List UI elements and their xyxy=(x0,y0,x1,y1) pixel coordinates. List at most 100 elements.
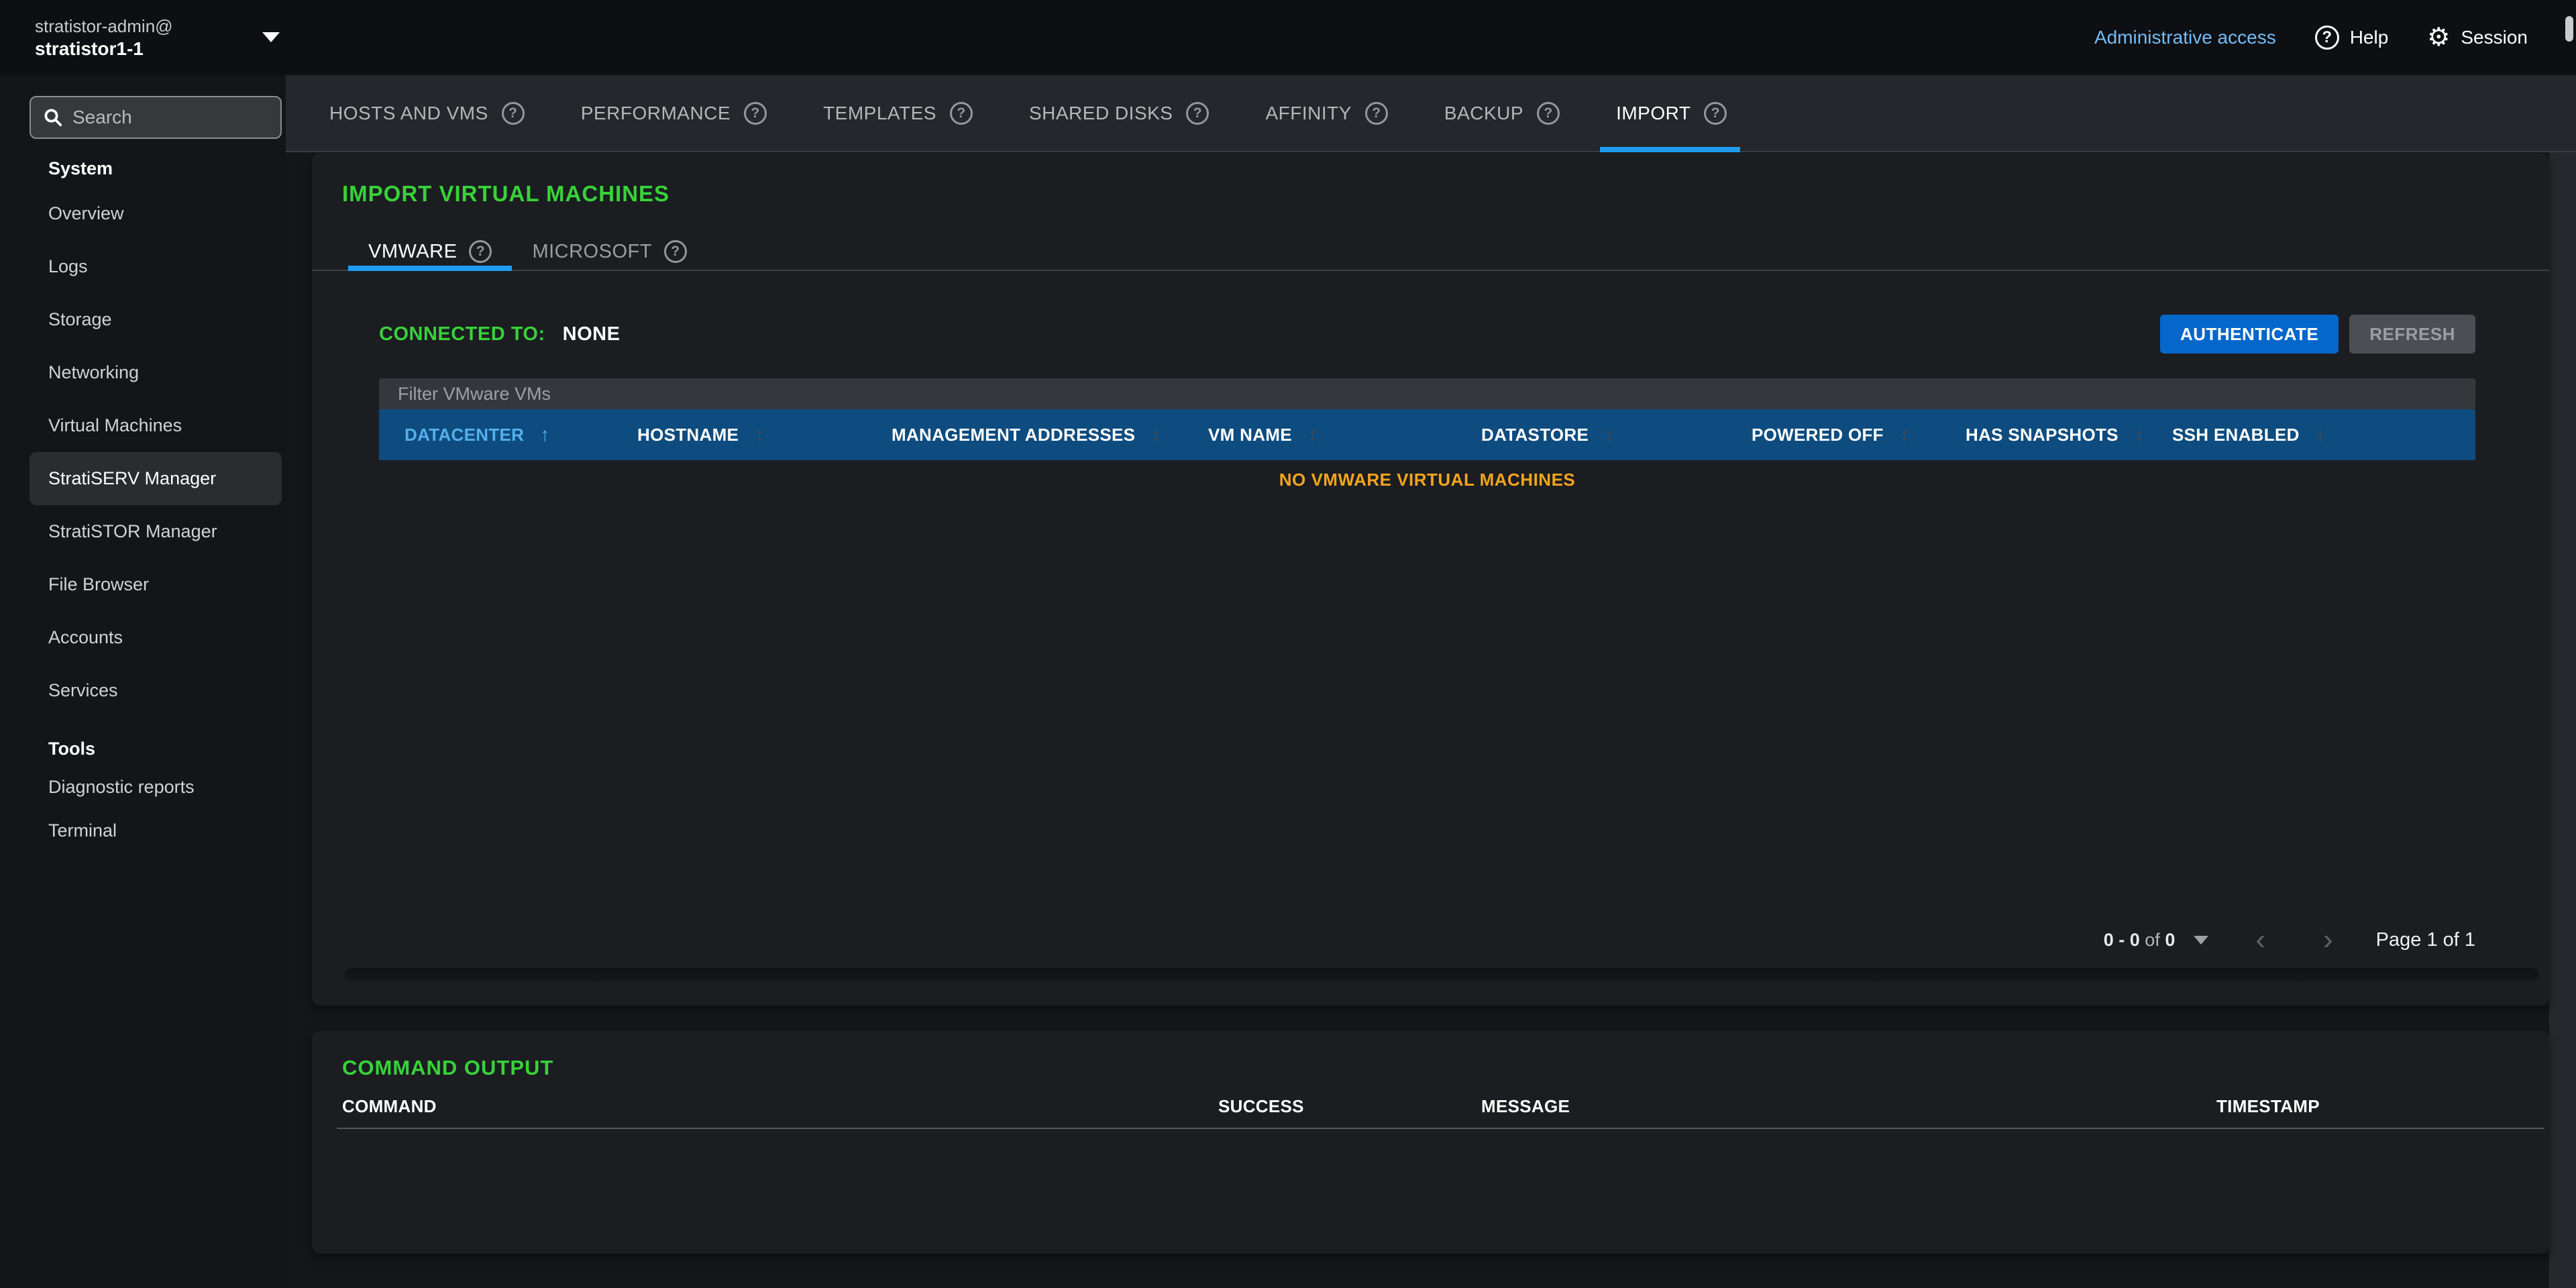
sidebar-item-overview[interactable]: Overview xyxy=(30,187,282,240)
column-label: HAS SNAPSHOTS xyxy=(1966,425,2118,445)
subtab-microsoft[interactable]: MICROSOFT ? xyxy=(512,233,707,270)
subtab-label: VMWARE xyxy=(368,241,457,263)
connected-to-value: NONE xyxy=(563,323,621,345)
previous-page-chevron-icon[interactable]: ‹ xyxy=(2255,926,2265,953)
content-scrollbar-track[interactable] xyxy=(2549,75,2576,1288)
authenticate-button[interactable]: AUTHENTICATE xyxy=(2160,315,2339,354)
subtab-vmware[interactable]: VMWARE ? xyxy=(348,233,512,270)
command-output-card: COMMAND OUTPUT COMMAND SUCCESS MESSAGE T… xyxy=(312,1030,2549,1254)
masthead: stratistor-admin@ stratistor1-1 Administ… xyxy=(0,0,2576,75)
empty-table-message: NO VMWARE VIRTUAL MACHINES xyxy=(379,470,2475,490)
masthead-actions: Administrative access ? Help ⚙ Session xyxy=(2094,0,2528,75)
help-icon[interactable]: ? xyxy=(744,102,767,125)
import-subtabs: VMWARE ? MICROSOFT ? xyxy=(312,233,2549,271)
column-label: POWERED OFF xyxy=(1752,425,1884,445)
column-label: MANAGEMENT ADDRESSES xyxy=(892,425,1135,445)
refresh-button[interactable]: REFRESH xyxy=(2349,315,2475,354)
pagination-of: of xyxy=(2145,930,2160,950)
sidebar-item-storage[interactable]: Storage xyxy=(30,293,282,346)
column-label: HOSTNAME xyxy=(637,425,739,445)
help-icon[interactable]: ? xyxy=(1537,102,1560,125)
vmware-panel: CONNECTED TO: NONE AUTHENTICATE REFRESH … xyxy=(312,271,2549,957)
sort-icon xyxy=(1900,424,1909,445)
sidebar-item-diagnostic-reports[interactable]: Diagnostic reports xyxy=(30,765,282,809)
help-icon[interactable]: ? xyxy=(502,102,525,125)
column-header-success: SUCCESS xyxy=(1218,1096,1481,1117)
sort-icon xyxy=(2316,424,2325,445)
tab-hosts-and-vms[interactable]: HOSTS AND VMS ? xyxy=(329,75,525,151)
tab-import[interactable]: IMPORT ? xyxy=(1616,75,1727,151)
content-area: HOSTS AND VMS ? PERFORMANCE ? TEMPLATES … xyxy=(286,75,2576,1288)
tab-label: SHARED DISKS xyxy=(1029,103,1173,124)
column-label: VM NAME xyxy=(1208,425,1292,445)
sidebar: System Overview Logs Storage Networking … xyxy=(0,75,286,1288)
column-header-has-snapshots[interactable]: HAS SNAPSHOTS xyxy=(1966,424,2172,445)
horizontal-scrollbar-track[interactable] xyxy=(345,968,2539,981)
administrative-access-link[interactable]: Administrative access xyxy=(2094,27,2276,48)
search-input[interactable] xyxy=(72,107,268,128)
sidebar-item-file-browser[interactable]: File Browser xyxy=(30,558,282,611)
tab-templates[interactable]: TEMPLATES ? xyxy=(823,75,973,151)
column-header-ssh-enabled[interactable]: SSH ENABLED xyxy=(2172,424,2475,445)
tab-affinity[interactable]: AFFINITY ? xyxy=(1265,75,1387,151)
tab-label: HOSTS AND VMS xyxy=(329,103,488,124)
command-output-header: COMMAND SUCCESS MESSAGE TIMESTAMP xyxy=(342,1096,2519,1117)
user-menu[interactable]: stratistor-admin@ stratistor1-1 xyxy=(35,15,173,60)
help-icon[interactable]: ? xyxy=(1704,102,1727,125)
vm-table-header: DATACENTER HOSTNAME MANAGEMENT ADDRESSES… xyxy=(379,409,2475,460)
column-header-message: MESSAGE xyxy=(1481,1096,2216,1117)
help-icon[interactable]: ? xyxy=(1186,102,1209,125)
sidebar-item-terminal[interactable]: Terminal xyxy=(30,809,282,853)
column-header-hostname[interactable]: HOSTNAME xyxy=(637,424,892,445)
column-header-powered-off[interactable]: POWERED OFF xyxy=(1752,424,1966,445)
sidebar-item-logs[interactable]: Logs xyxy=(30,240,282,293)
pagination-range: 0 - 0 of 0 xyxy=(2104,930,2176,951)
sort-icon xyxy=(2135,424,2144,445)
sidebar-nav: System Overview Logs Storage Networking … xyxy=(0,150,286,853)
column-header-datacenter[interactable]: DATACENTER xyxy=(405,424,637,445)
divider xyxy=(337,1128,2544,1129)
user-menu-caret-icon[interactable] xyxy=(262,32,280,42)
page-size-dropdown-caret-icon[interactable] xyxy=(2194,936,2208,945)
tab-shared-disks[interactable]: SHARED DISKS ? xyxy=(1029,75,1210,151)
column-label: DATACENTER xyxy=(405,425,524,445)
sidebar-item-stratiserv-manager[interactable]: StratiSERV Manager xyxy=(30,452,282,505)
help-icon[interactable]: ? xyxy=(469,240,492,263)
top-tabstrip: HOSTS AND VMS ? PERFORMANCE ? TEMPLATES … xyxy=(286,75,2576,152)
sidebar-item-services[interactable]: Services xyxy=(30,664,282,717)
tab-label: PERFORMANCE xyxy=(581,103,731,124)
connected-to-label: CONNECTED TO: xyxy=(379,323,545,345)
column-header-timestamp: TIMESTAMP xyxy=(2216,1096,2519,1117)
help-icon[interactable]: ? xyxy=(1365,102,1388,125)
help-icon: ? xyxy=(2315,25,2339,50)
sidebar-item-networking[interactable]: Networking xyxy=(30,346,282,399)
column-label: DATASTORE xyxy=(1481,425,1589,445)
search-icon xyxy=(43,107,63,127)
vm-filter-input[interactable] xyxy=(398,384,2457,405)
username: stratistor-admin@ xyxy=(35,15,173,38)
sort-icon xyxy=(1605,424,1614,445)
sort-icon xyxy=(755,424,764,445)
column-header-management-addresses[interactable]: MANAGEMENT ADDRESSES xyxy=(892,424,1208,445)
session-label: Session xyxy=(2461,27,2528,48)
help-icon[interactable]: ? xyxy=(950,102,973,125)
tab-performance[interactable]: PERFORMANCE ? xyxy=(581,75,767,151)
tab-backup[interactable]: BACKUP ? xyxy=(1444,75,1560,151)
help-menu[interactable]: ? Help xyxy=(2315,25,2389,50)
pagination: 0 - 0 of 0 ‹ › Page 1 of 1 xyxy=(379,922,2475,957)
window-scrollbar-thumb[interactable] xyxy=(2565,16,2573,42)
gear-icon: ⚙ xyxy=(2427,25,2450,50)
import-virtual-machines-card: IMPORT VIRTUAL MACHINES VMWARE ? MICROSO… xyxy=(312,153,2549,1006)
help-icon[interactable]: ? xyxy=(664,240,687,263)
column-header-datastore[interactable]: DATASTORE xyxy=(1481,424,1752,445)
session-menu[interactable]: ⚙ Session xyxy=(2427,25,2528,50)
vm-filter[interactable] xyxy=(379,378,2475,409)
sidebar-item-virtual-machines[interactable]: Virtual Machines xyxy=(30,399,282,452)
column-header-command: COMMAND xyxy=(342,1096,1218,1117)
sidebar-item-stratistor-manager[interactable]: StratiSTOR Manager xyxy=(30,505,282,558)
next-page-chevron-icon[interactable]: › xyxy=(2323,926,2333,953)
nav-section-tools: Tools xyxy=(30,732,282,765)
sidebar-item-accounts[interactable]: Accounts xyxy=(30,611,282,664)
sidebar-search[interactable] xyxy=(30,96,282,139)
column-header-vm-name[interactable]: VM NAME xyxy=(1208,424,1481,445)
